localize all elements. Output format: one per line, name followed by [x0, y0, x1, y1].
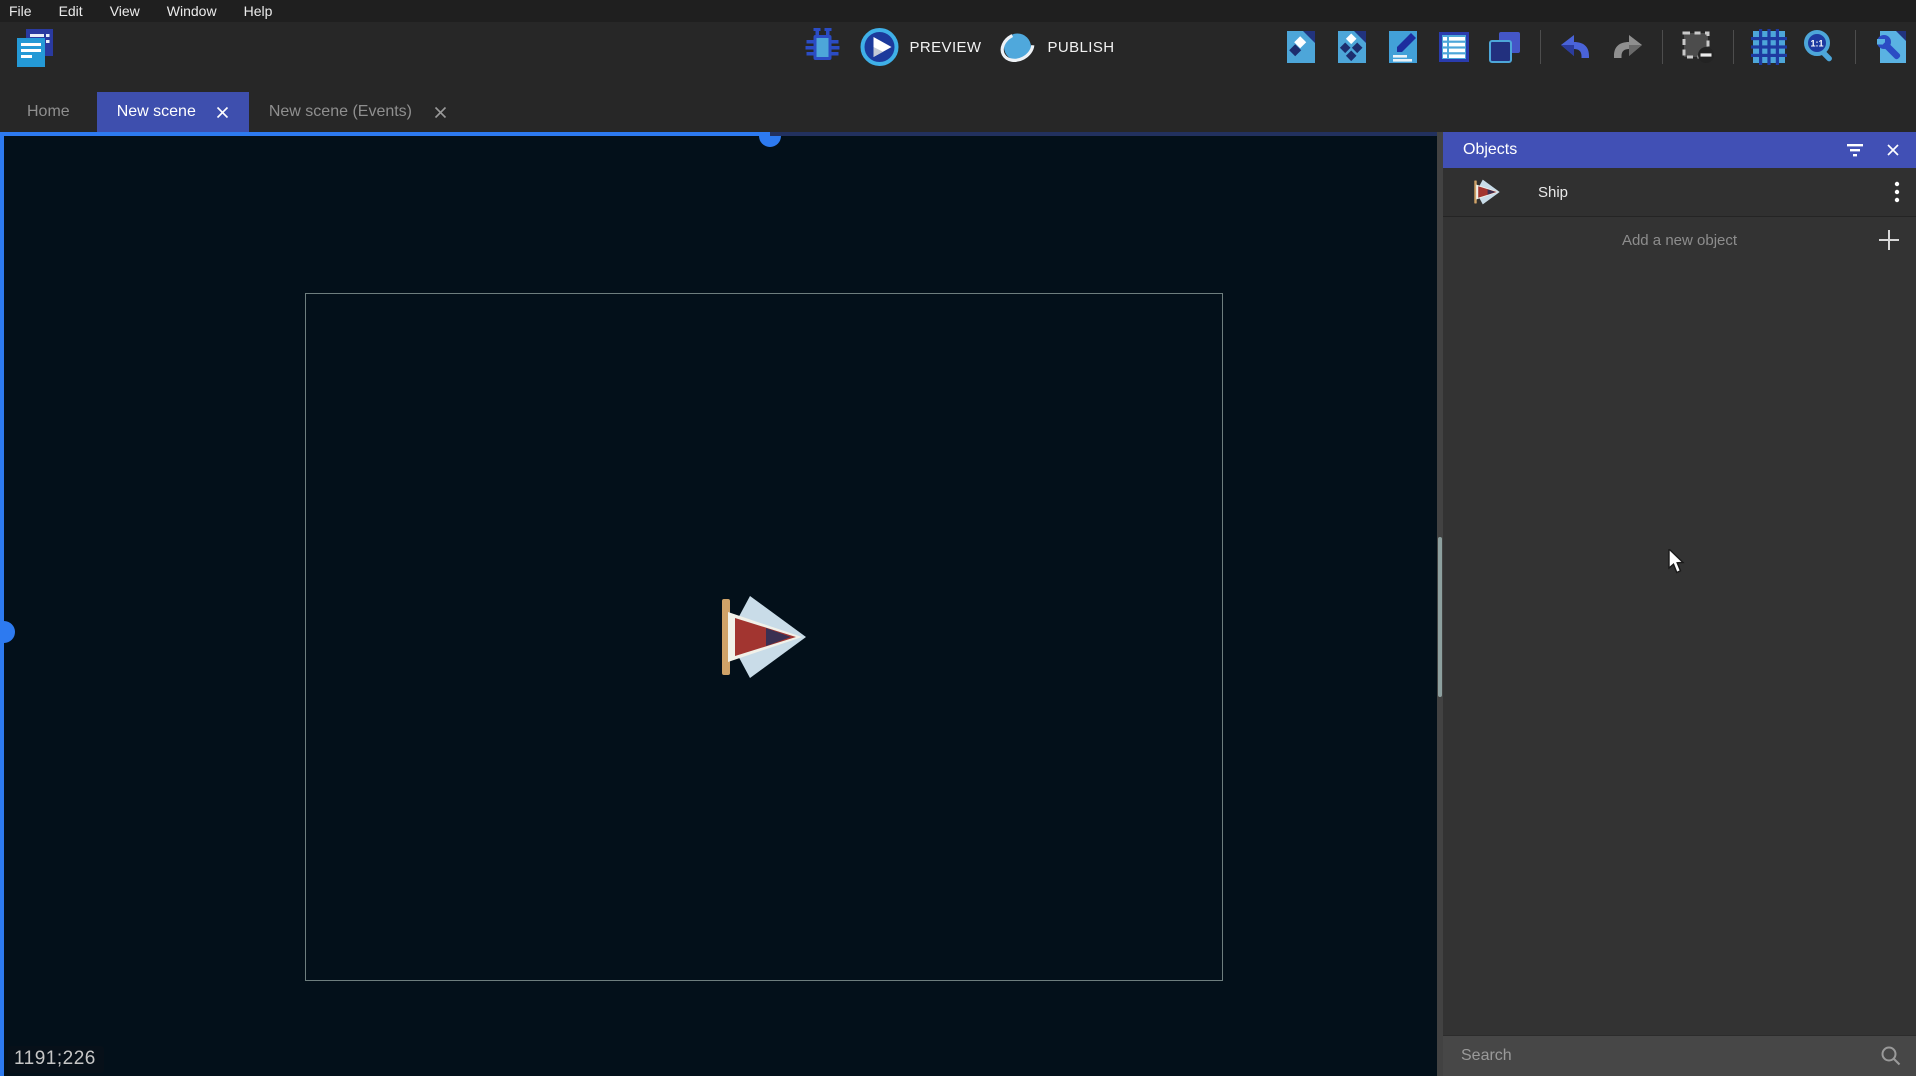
object-row-ship[interactable]: Ship: [1443, 168, 1916, 217]
project-manager-button[interactable]: [13, 27, 57, 69]
objects-panel-header: Objects: [1443, 132, 1916, 168]
deselect-icon: [1679, 28, 1717, 66]
toolbar-divider: [1662, 30, 1663, 64]
toolbar-right: 1:1: [1282, 22, 1910, 72]
add-object-label: Add a new object: [1622, 232, 1737, 249]
undo-button[interactable]: [1557, 28, 1595, 66]
cursor-coordinates: 1191;226: [8, 1046, 104, 1073]
filter-objects-button[interactable]: [1846, 143, 1864, 158]
editor-settings-button[interactable]: [1872, 28, 1910, 66]
scrollbar-thumb[interactable]: [1438, 537, 1442, 697]
tab-close-icon[interactable]: [434, 106, 447, 119]
tab-new-scene-events-label: New scene (Events): [269, 103, 412, 121]
grid-icon: [1750, 28, 1788, 66]
zoom-original-button[interactable]: 1:1: [1801, 28, 1839, 66]
canvas-left-handle[interactable]: [4, 621, 15, 643]
preview-play-icon: [859, 26, 901, 68]
objects-search-input[interactable]: [1461, 1047, 1880, 1065]
open-instances-list-button[interactable]: [1435, 28, 1473, 66]
canvas-top-handle[interactable]: [759, 136, 781, 147]
add-object-row[interactable]: Add a new object: [1443, 217, 1916, 263]
object-groups-icon: [1333, 28, 1371, 66]
canvas-top-border: [0, 132, 770, 136]
publish-icon: [996, 26, 1038, 68]
open-object-groups-button[interactable]: [1333, 28, 1371, 66]
objects-panel: Objects: [1443, 132, 1916, 1076]
add-object-button[interactable]: [1878, 229, 1900, 255]
toolbar-divider: [1540, 30, 1541, 64]
ship-thumbnail-icon: [1473, 179, 1501, 205]
redo-icon: [1608, 28, 1646, 66]
canvas-top-border-dim: [770, 132, 1437, 136]
close-panel-button[interactable]: [1886, 143, 1900, 157]
menu-window[interactable]: Window: [167, 3, 217, 19]
toolbar-center: PREVIEW PUBLISH: [802, 22, 1115, 72]
menu-edit[interactable]: Edit: [59, 3, 83, 19]
tab-new-scene-events[interactable]: New scene (Events): [249, 92, 467, 132]
menu-bar: File Edit View Window Help: [0, 0, 1916, 22]
open-layers-button[interactable]: [1486, 28, 1524, 66]
search-icon: [1880, 1045, 1902, 1067]
open-properties-button[interactable]: [1384, 28, 1422, 66]
tab-bar: Home New scene New scene (Events): [0, 72, 1916, 132]
zoom-1-1-icon: 1:1: [1801, 28, 1839, 66]
zoom-ratio-label: 1:1: [1810, 39, 1823, 49]
tab-home-label: Home: [27, 103, 70, 121]
instances-list-icon: [1435, 28, 1473, 66]
publish-label: PUBLISH: [1047, 39, 1114, 56]
objects-search-bar: [1443, 1035, 1916, 1076]
objects-editor-icon: [1282, 28, 1320, 66]
preview-button[interactable]: PREVIEW: [859, 26, 982, 68]
undo-icon: [1557, 28, 1595, 66]
settings-wrench-icon: [1872, 28, 1910, 66]
object-context-menu-button[interactable]: [1894, 181, 1900, 203]
objects-panel-title: Objects: [1463, 141, 1517, 159]
toolbar-divider: [1855, 30, 1856, 64]
filter-icon: [1846, 143, 1864, 158]
properties-pencil-icon: [1384, 28, 1422, 66]
kebab-menu-icon: [1894, 181, 1900, 203]
plus-icon: [1878, 229, 1900, 251]
canvas-left-border: [0, 132, 4, 1076]
publish-button[interactable]: PUBLISH: [996, 26, 1114, 68]
menu-help[interactable]: Help: [244, 3, 273, 19]
object-name: Ship: [1538, 184, 1568, 201]
clear-selection-button[interactable]: [1679, 28, 1717, 66]
menu-view[interactable]: View: [110, 3, 140, 19]
toggle-grid-button[interactable]: [1750, 28, 1788, 66]
project-manager-icon: [13, 27, 57, 69]
tab-new-scene[interactable]: New scene: [97, 92, 249, 132]
tab-close-icon[interactable]: [216, 106, 229, 119]
menu-file[interactable]: File: [9, 3, 32, 19]
preview-label: PREVIEW: [910, 39, 982, 56]
tab-home[interactable]: Home: [0, 92, 97, 132]
layers-icon: [1486, 28, 1524, 66]
toolbar: PREVIEW PUBLISH: [0, 22, 1916, 72]
debug-button[interactable]: [802, 27, 844, 67]
redo-button[interactable]: [1608, 28, 1646, 66]
ship-object-instance[interactable]: [718, 594, 810, 680]
close-icon: [1886, 143, 1900, 157]
scene-editor-canvas[interactable]: 1191;226: [0, 132, 1437, 1076]
gdevelop-window: File Edit View Window Help: [0, 0, 1916, 1076]
tab-new-scene-label: New scene: [117, 103, 196, 121]
open-objects-editor-button[interactable]: [1282, 28, 1320, 66]
debug-bug-icon: [802, 27, 844, 67]
toolbar-divider: [1733, 30, 1734, 64]
